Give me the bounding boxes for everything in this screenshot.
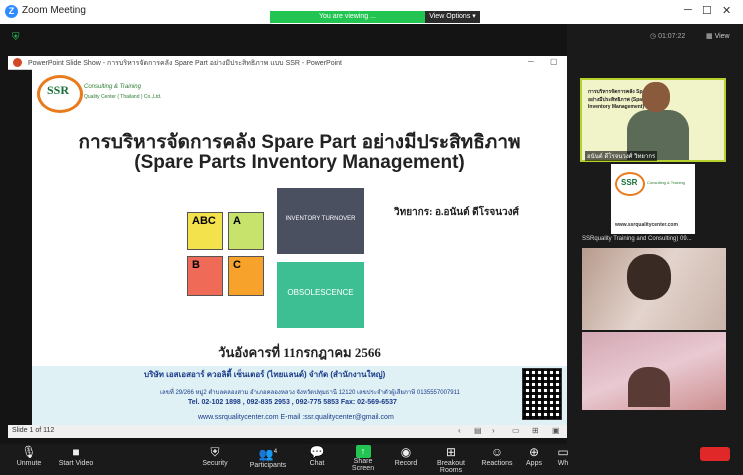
breakout-rooms-button[interactable]: ⊞ Breakout Rooms — [426, 445, 476, 474]
share-screen-icon: ↑ — [355, 445, 371, 458]
chat-button[interactable]: 💬 Chat — [302, 445, 332, 467]
participants-label: Participants — [249, 462, 287, 469]
maximize-icon[interactable]: ☐ — [702, 4, 712, 17]
qr-code — [522, 368, 562, 420]
presentation-slide: SSR Consulting & Training Quality Center… — [32, 69, 567, 425]
whiteboard-icon: ▭ — [557, 445, 569, 459]
participant-count: 4 — [273, 449, 278, 455]
footer-phone: Tel. 02-102 1898 , 092-835 2953 , 092-77… — [188, 399, 397, 406]
viewing-screen-banner: You are viewing ... — [270, 11, 425, 23]
slide-title-english: (Spare Parts Inventory Management) — [134, 152, 465, 173]
microphone-muted-icon: 🎙 — [21, 445, 37, 459]
obsolescence-card: OBSOLESCENCE — [277, 262, 364, 328]
security-button[interactable]: ⛨ Security — [198, 445, 232, 467]
notes-icon[interactable]: ▤ — [474, 426, 482, 435]
powerpoint-window-title: PowerPoint Slide Show - การบริหารจัดการค… — [28, 60, 342, 67]
slide-date: วันอังคารที่ 11กรกฎาคม 2566 — [218, 345, 381, 360]
record-icon: ◉ — [400, 445, 412, 459]
view-options-label: View Options — [429, 13, 471, 20]
view-label: View — [714, 33, 730, 40]
logo-company: Quality Center ( Thailand ) Co.,Ltd. — [84, 94, 162, 100]
speaker-name: วิทยากร: อ.อนันต์ ดีโรจนวงศ์ — [394, 207, 519, 218]
view-options-button[interactable]: View Options ▾ — [425, 11, 480, 23]
inventory-turnover-card: INVENTORY TURNOVER — [277, 188, 364, 254]
whiteboard-label: Wh — [557, 460, 569, 467]
window-title: Zoom Meeting — [22, 5, 86, 16]
speaker-face — [642, 82, 670, 112]
share-screen-button[interactable]: ↑ Share Screen — [342, 445, 384, 472]
apps-button[interactable]: ⊕ Apps — [522, 445, 546, 467]
start-video-label: Start Video — [58, 460, 94, 467]
abc-card-a: A — [228, 212, 264, 250]
chat-icon: 💬 — [309, 445, 325, 459]
reactions-icon: ☺ — [490, 445, 504, 459]
start-video-button[interactable]: ■ Start Video — [56, 445, 96, 467]
apps-icon: ⊕ — [528, 445, 540, 459]
timer-value: 01:07:22 — [658, 33, 686, 40]
minimize-icon[interactable]: ─ — [684, 4, 692, 16]
record-label: Record — [394, 460, 418, 467]
record-button[interactable]: ◉ Record — [392, 445, 420, 467]
abc-card-b: B — [187, 256, 223, 296]
breakout-rooms-label: Breakout Rooms — [436, 460, 466, 474]
footer-address: เลขที่ 29/266 หมู่2 ตำบลคลองสาม อำเภอคลอ… — [160, 390, 460, 396]
participant-tile-video-2[interactable] — [582, 332, 726, 410]
unmute-label: Unmute — [16, 460, 42, 467]
ppt-restore-icon[interactable]: ▢ — [550, 57, 558, 66]
slide-status-bar: Slide 1 of 112 ‹ ▤ › ▭ ⊞ ▣ — [8, 425, 567, 438]
zoom-logo-icon: Z — [5, 5, 18, 18]
powerpoint-title-bar: PowerPoint Slide Show - การบริหารจัดการค… — [8, 56, 567, 70]
slide-sorter-icon[interactable]: ⊞ — [532, 426, 539, 435]
tile-ssr-logo-text: SSR — [621, 178, 638, 187]
participant-tile-video-1[interactable] — [582, 248, 726, 330]
tile-name-ssr: SSRquality Training and Consulting) 09..… — [582, 236, 692, 242]
encryption-shield-icon[interactable]: ⛨ — [12, 32, 20, 43]
unmute-button[interactable]: 🎙 Unmute — [12, 445, 46, 467]
participant-tile-ssr[interactable]: SSR Consulting & Training www.ssrquality… — [611, 164, 695, 234]
chat-label: Chat — [309, 460, 325, 467]
slide-counter: Slide 1 of 112 — [12, 427, 55, 434]
footer-company: บริษัท เอสเอสอาร์ ควอลิตี้ เซ็นเตอร์ (ไท… — [144, 370, 386, 379]
footer-web: www.ssrqualitycenter.com E-mail :ssr.qua… — [198, 414, 394, 421]
powerpoint-icon — [13, 58, 22, 67]
normal-view-icon[interactable]: ▭ — [512, 426, 520, 435]
participants-button[interactable]: 👥4 Participants — [246, 445, 290, 469]
view-button[interactable]: ▦ View — [706, 32, 730, 40]
close-icon[interactable]: ✕ — [722, 4, 731, 17]
reactions-button[interactable]: ☺ Reactions — [480, 445, 514, 467]
security-label: Security — [202, 460, 228, 467]
apps-label: Apps — [526, 460, 542, 467]
shield-icon: ⛨ — [210, 445, 220, 459]
prev-slide-icon[interactable]: ‹ — [458, 426, 461, 435]
ppt-minimize-icon[interactable]: ─ — [528, 57, 534, 66]
end-meeting-button[interactable] — [700, 447, 730, 461]
recording-timer: ◷ 01:07:22 — [650, 33, 686, 40]
participant-head — [628, 367, 670, 407]
tile-ssr-tagline: Consulting & Training — [647, 180, 686, 185]
participants-icon: 👥4 — [258, 447, 278, 461]
whiteboard-button[interactable]: ▭ Wh — [556, 445, 570, 467]
reactions-label: Reactions — [481, 460, 513, 467]
next-slide-icon[interactable]: › — [492, 426, 495, 435]
inventory-turnover-label: INVENTORY TURNOVER — [285, 216, 356, 222]
reading-view-icon[interactable]: ▣ — [552, 426, 560, 435]
abc-card-abc: ABC — [187, 212, 223, 250]
video-off-icon: ■ — [72, 445, 80, 459]
participant-head — [627, 254, 671, 300]
tile-name-speaker: อนันต์ ดีโรจนวงศ์ วิทยากร — [585, 151, 658, 161]
tile-ssr-url: www.ssrqualitycenter.com — [615, 222, 678, 228]
breakout-rooms-icon: ⊞ — [445, 445, 457, 459]
ssr-logo-text: SSR — [47, 83, 70, 97]
share-screen-label: Share Screen — [351, 458, 375, 472]
abc-card-c: C — [228, 256, 264, 296]
obsolescence-label: OBSOLESCENCE — [287, 288, 354, 297]
logo-tagline: Consulting & Training — [84, 84, 141, 90]
participant-tile-speaker[interactable]: การบริหารจัดการคลัง Spare Part อย่างมีปร… — [580, 78, 726, 162]
